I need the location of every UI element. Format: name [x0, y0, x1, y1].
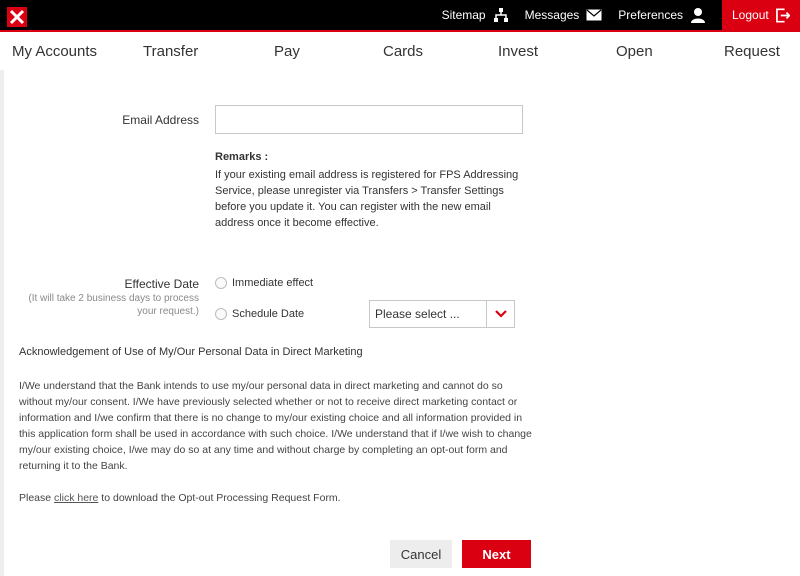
preferences-link[interactable]: Preferences [618, 0, 706, 30]
nav-pay[interactable]: Pay [274, 43, 300, 60]
top-bar: Sitemap Messages Preferences Logout [0, 0, 800, 32]
radio-schedule-date[interactable]: Schedule Date [215, 308, 304, 320]
radio-button[interactable] [215, 277, 227, 289]
logout-icon [775, 7, 790, 23]
logout-button[interactable]: Logout [722, 0, 800, 30]
nav-cards[interactable]: Cards [383, 43, 423, 60]
radio-immediate-label: Immediate effect [232, 277, 314, 289]
link-suffix: to download the Opt-out Processing Reque… [98, 492, 341, 504]
acknowledgement-title: Acknowledgement of Use of My/Our Persona… [19, 346, 363, 358]
sitemap-label: Sitemap [441, 8, 486, 22]
bank-logo-icon[interactable] [6, 6, 28, 28]
acknowledgement-text: I/We understand that the Bank intends to… [19, 380, 532, 472]
click-here-link[interactable]: click here [54, 492, 98, 504]
nav-request[interactable]: Request [724, 43, 780, 60]
preferences-label: Preferences [618, 8, 683, 22]
logout-label: Logout [732, 8, 769, 22]
cancel-button[interactable]: Cancel [390, 540, 452, 568]
select-value: Please select ... [375, 307, 460, 321]
top-links: Sitemap Messages Preferences Logout [442, 0, 800, 30]
messages-link[interactable]: Messages [525, 0, 603, 30]
nav-my-accounts[interactable]: My Accounts [12, 43, 97, 60]
remarks-title: Remarks : [215, 151, 269, 163]
sitemap-link[interactable]: Sitemap [442, 0, 509, 30]
radio-immediate-effect[interactable]: Immediate effect [215, 277, 313, 289]
nav-transfer[interactable]: Transfer [143, 43, 198, 60]
effective-date-note: (It will take 2 business days to process… [28, 293, 199, 317]
envelope-icon [586, 9, 602, 21]
nav-open[interactable]: Open [616, 43, 653, 60]
remarks-text: If your existing email address is regist… [215, 169, 519, 229]
link-prefix: Please [19, 492, 55, 504]
sitemap-icon [493, 8, 508, 22]
user-icon [691, 8, 705, 23]
main-navigation: My Accounts Transfer Pay Cards Invest Op… [0, 34, 800, 70]
radio-schedule-label: Schedule Date [232, 308, 305, 320]
select-arrow[interactable] [486, 301, 514, 327]
schedule-date-select[interactable]: Please select ... [369, 300, 515, 328]
nav-invest[interactable]: Invest [498, 43, 538, 60]
radio-button[interactable] [215, 308, 227, 320]
messages-label: Messages [524, 8, 580, 22]
opt-out-form-line: Please click here to download the Opt-ou… [19, 492, 341, 504]
email-input[interactable] [215, 105, 523, 134]
effective-date-label: Effective Date [124, 277, 199, 291]
next-button[interactable]: Next [462, 540, 531, 568]
chevron-down-icon [494, 310, 507, 318]
email-label: Email Address [122, 113, 199, 127]
